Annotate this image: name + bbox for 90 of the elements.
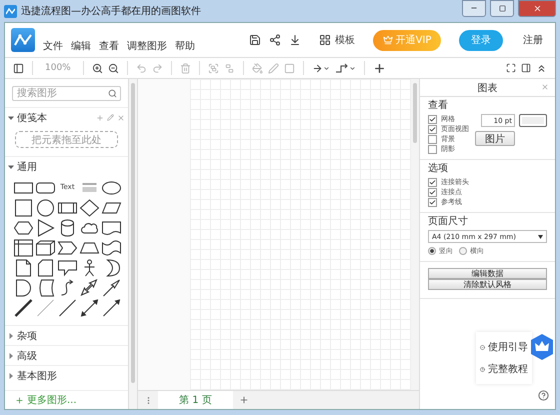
section-heading: 页面尺寸 — [428, 216, 469, 228]
diamond-icon[interactable] — [79, 199, 100, 217]
help-icon[interactable] — [538, 390, 549, 401]
question-circle-icon — [480, 364, 485, 374]
circle-icon[interactable] — [35, 199, 56, 217]
help-link[interactable]: 完整教程 — [480, 362, 528, 376]
double-arrow-icon[interactable] — [79, 279, 100, 297]
fullscreen-icon[interactable] — [506, 63, 516, 73]
register-button[interactable]: 注册 — [511, 33, 549, 47]
close-icon — [532, 4, 542, 12]
caret-right-icon[interactable] — [8, 372, 14, 378]
radio-button[interactable] — [459, 247, 467, 255]
section-title[interactable]: 高级 — [17, 348, 125, 362]
plus-icon — [15, 396, 24, 404]
section-title[interactable]: 基本图形 — [17, 368, 125, 382]
download-icon[interactable] — [289, 34, 301, 46]
search-icon[interactable] — [108, 89, 117, 98]
app-icon — [4, 4, 17, 18]
triangle-icon[interactable] — [35, 219, 56, 237]
image-button[interactable]: 图片 — [475, 131, 515, 146]
zoom-in-icon[interactable] — [92, 62, 103, 74]
panel-icon[interactable] — [13, 62, 24, 74]
color-swatch[interactable] — [519, 114, 547, 127]
check-circle-icon — [480, 342, 485, 352]
ellipse-icon[interactable] — [101, 179, 122, 197]
card-icon[interactable] — [35, 259, 56, 277]
menu-item[interactable]: 文件 — [43, 39, 63, 53]
minimize-button[interactable] — [462, 0, 486, 16]
section-title[interactable]: 杂项 — [17, 328, 125, 342]
crown-badge-icon[interactable] — [529, 333, 555, 361]
thick-line-icon[interactable] — [13, 299, 34, 317]
step-icon[interactable] — [57, 239, 78, 257]
checkbox[interactable] — [428, 134, 437, 144]
note-icon[interactable] — [13, 259, 34, 277]
hexagon-icon[interactable] — [13, 219, 34, 237]
maximize-icon — [498, 4, 506, 12]
caret-right-icon[interactable] — [8, 332, 14, 338]
section-title[interactable]: 通用 — [17, 160, 125, 174]
menu-item[interactable]: 帮助 — [175, 39, 195, 53]
cube-icon[interactable] — [35, 239, 56, 257]
storage-icon[interactable] — [13, 239, 34, 257]
panel-title: 图表 — [478, 82, 498, 94]
arrow-style-icon[interactable] — [312, 62, 330, 74]
section-title[interactable]: 便笺本 — [17, 110, 93, 124]
menu-item[interactable]: 查看 — [99, 39, 119, 53]
caret-down-icon[interactable] — [8, 114, 14, 120]
panel-button[interactable]: 编辑数据 — [428, 268, 547, 279]
templates-button[interactable]: 模板 — [309, 33, 365, 47]
connector-icon[interactable] — [334, 62, 356, 74]
document-icon[interactable] — [101, 219, 122, 237]
section-heading: 查看 — [428, 100, 449, 112]
checkbox[interactable] — [428, 114, 437, 124]
zoom-out-icon[interactable] — [108, 62, 119, 74]
double-headed-arrow-icon[interactable] — [79, 299, 100, 317]
radio-button[interactable] — [428, 247, 436, 255]
menu-item[interactable]: 调整图形 — [127, 39, 167, 53]
checkbox[interactable] — [428, 124, 437, 134]
square-icon[interactable] — [13, 199, 34, 217]
checkbox[interactable] — [428, 198, 437, 206]
dropdown-arrow-icon — [538, 234, 543, 238]
page-tab[interactable]: 第 1 页 — [158, 391, 233, 409]
tape-icon[interactable] — [101, 239, 122, 257]
delay-icon[interactable] — [13, 279, 34, 297]
grid-icon — [319, 34, 331, 46]
share-icon[interactable] — [269, 34, 281, 46]
save-icon[interactable] — [249, 34, 261, 46]
checkbox[interactable] — [428, 144, 437, 154]
collapse-icon[interactable] — [536, 62, 547, 74]
help-link[interactable]: 使用引导 — [480, 340, 528, 354]
scrollbar-thumb[interactable] — [131, 83, 135, 383]
maximize-button[interactable] — [490, 0, 514, 16]
search-field[interactable]: 搜索图形 — [12, 86, 121, 101]
side-panel-icon[interactable] — [521, 63, 531, 73]
window-title: 迅捷流程图—办公高手都在用的画图软件 — [21, 4, 202, 18]
more-shapes-link[interactable]: 更多图形... — [5, 390, 128, 409]
checkbox[interactable] — [428, 188, 437, 196]
callout-icon[interactable] — [57, 259, 78, 277]
section-heading: 选项 — [428, 163, 449, 175]
scrollbar-thumb[interactable] — [413, 83, 417, 143]
arrow-line-icon[interactable] — [101, 299, 122, 317]
menu-item[interactable]: 编辑 — [71, 39, 91, 53]
caret-right-icon[interactable] — [8, 352, 14, 358]
app-logo — [11, 28, 35, 52]
caret-down-icon[interactable] — [8, 164, 14, 170]
panel-button[interactable]: 清除默认风格 — [428, 279, 547, 290]
checkbox[interactable] — [428, 178, 437, 186]
crown-icon — [382, 35, 393, 45]
arrow-icon[interactable] — [101, 279, 122, 297]
add-icon[interactable] — [372, 62, 386, 74]
line-icon[interactable] — [57, 299, 78, 317]
